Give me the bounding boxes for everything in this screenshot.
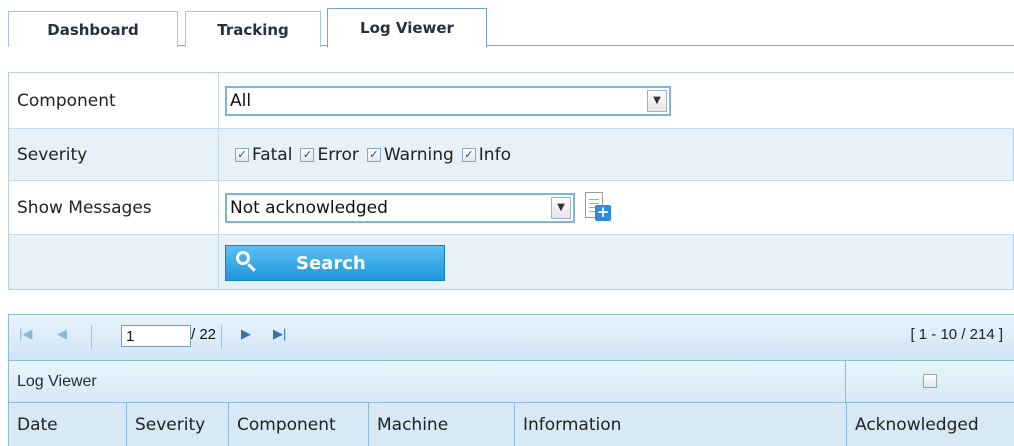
filter-row-component: Component All ▼ (9, 73, 1014, 129)
column-header-date[interactable]: Date (9, 403, 127, 446)
total-pages: / 22 (191, 326, 217, 343)
column-header-information[interactable]: Information (515, 403, 847, 446)
pager-separator (221, 325, 222, 349)
tab-dashboard[interactable]: Dashboard (8, 11, 178, 47)
show-messages-select[interactable]: Not acknowledged ▼ (225, 192, 575, 223)
checkbox-checked-icon[interactable]: ✓ (366, 147, 381, 162)
first-page-icon[interactable]: |◀ (19, 326, 32, 342)
chevron-down-icon[interactable]: ▼ (551, 196, 571, 219)
filter-panel: Component All ▼ Severity ✓ Fatal ✓ Error… (8, 72, 1014, 291)
component-label: Component (9, 73, 219, 128)
severity-warning-label: Warning (383, 144, 454, 165)
log-grid: |◀ ◀ / 22 ▶ ▶| [ 1 - 10 / 214 ] Log View… (8, 314, 1014, 446)
severity-fatal-checkbox[interactable]: ✓ Fatal (235, 145, 292, 165)
caption-divider (845, 361, 846, 402)
empty-label-cell (9, 235, 219, 291)
search-icon (226, 246, 272, 280)
show-messages-select-value: Not acknowledged (230, 197, 388, 218)
record-range: [ 1 - 10 / 214 ] (910, 326, 1003, 343)
column-header-severity[interactable]: Severity (127, 403, 229, 446)
checkbox-checked-icon[interactable]: ✓ (300, 147, 315, 162)
checkbox-checked-icon[interactable]: ✓ (461, 147, 476, 162)
pager-toolbar: |◀ ◀ / 22 ▶ ▶| [ 1 - 10 / 214 ] (9, 315, 1014, 361)
filter-row-search: Search (9, 235, 1014, 291)
last-page-icon[interactable]: ▶| (273, 326, 286, 342)
tab-log-viewer[interactable]: Log Viewer (327, 8, 487, 48)
tab-tracking[interactable]: Tracking (185, 11, 321, 47)
page-number-input[interactable] (121, 325, 191, 347)
severity-info-checkbox[interactable]: ✓ Info (461, 144, 511, 165)
chevron-down-icon[interactable]: ▼ (647, 89, 667, 112)
severity-label: Severity (9, 129, 219, 180)
grid-caption: Log Viewer (9, 361, 1014, 403)
severity-info-label: Info (478, 144, 511, 165)
search-button-label: Search (296, 252, 366, 274)
severity-error-label: Error (317, 144, 359, 165)
pager-separator (91, 325, 92, 349)
acknowledge-all-checkbox[interactable] (923, 374, 937, 388)
search-button[interactable]: Search (225, 245, 445, 281)
grid-header-row: Date Severity Component Machine Informat… (9, 403, 1014, 446)
severity-warning-checkbox[interactable]: ✓ Warning (366, 144, 454, 165)
column-header-component[interactable]: Component (229, 403, 369, 446)
component-select[interactable]: All ▼ (225, 85, 671, 116)
prev-page-icon[interactable]: ◀ (57, 326, 67, 342)
column-header-machine[interactable]: Machine (369, 403, 515, 446)
tab-bar: Dashboard Tracking Log Viewer (8, 8, 1014, 48)
filter-row-show-messages: Show Messages Not acknowledged ▼ + (9, 181, 1014, 235)
severity-fatal-label: Fatal (252, 144, 293, 165)
grid-caption-title: Log Viewer (17, 373, 97, 390)
filter-row-severity: Severity ✓ Fatal ✓ Error ✓ Warning ✓ Inf… (9, 129, 1014, 181)
severity-error-checkbox[interactable]: ✓ Error (300, 144, 359, 165)
column-header-acknowledged[interactable]: Acknowledged (847, 403, 1014, 446)
component-select-value: All (230, 90, 252, 111)
add-document-icon[interactable]: + (585, 191, 611, 224)
show-messages-label: Show Messages (9, 181, 219, 234)
checkbox-checked-icon[interactable]: ✓ (235, 147, 249, 162)
next-page-icon[interactable]: ▶ (241, 326, 251, 342)
